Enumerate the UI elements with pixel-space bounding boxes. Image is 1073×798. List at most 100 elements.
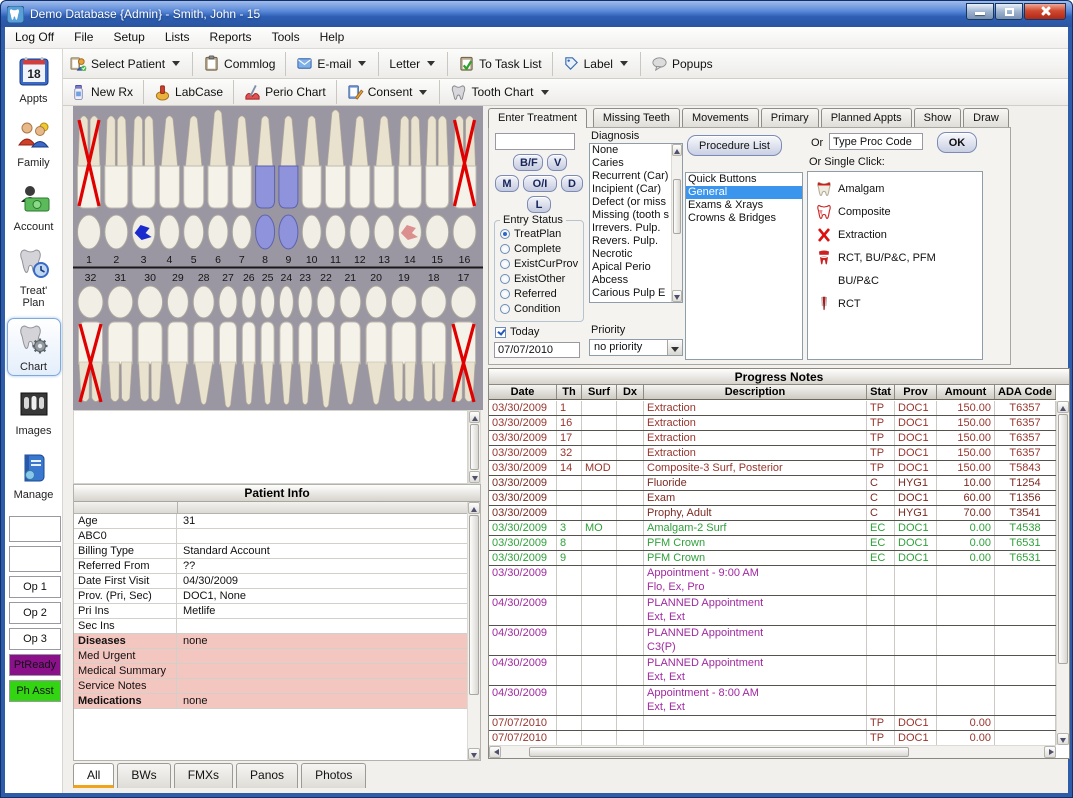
single-click-rct-bu-p-c-pfm[interactable]: RCT, BU/P&C, PFM	[808, 246, 982, 269]
toolbar-labcase[interactable]: LabCase	[147, 81, 230, 104]
diagnosis-option-defect-or-miss[interactable]: Defect (or miss	[590, 196, 671, 209]
surface-button-v[interactable]: V	[547, 154, 567, 171]
progress-note-row[interactable]: 04/30/2009PLANNED AppointmentC3(P)	[489, 626, 1056, 656]
progress-note-row[interactable]: 03/30/2009Appointment - 9:00 AMFlo, Ex, …	[489, 566, 1056, 596]
menu-help[interactable]: Help	[310, 27, 355, 47]
tooth-21[interactable]: 21	[340, 272, 361, 405]
progress-note-row[interactable]: 03/30/20098PFM CrownECDOC10.00T6531	[489, 536, 1056, 551]
toolbar-label[interactable]: Label	[556, 52, 637, 75]
tab-missing-teeth[interactable]: Missing Teeth	[593, 108, 680, 127]
scroll-left-icon[interactable]	[489, 746, 501, 758]
radio-icon[interactable]	[500, 289, 510, 299]
surface-button-d[interactable]: D	[561, 175, 583, 192]
scrollbar-thumb[interactable]	[529, 747, 909, 757]
tab-draw[interactable]: Draw	[963, 108, 1009, 127]
column-header-surf[interactable]: Surf	[582, 385, 617, 399]
tooth-11[interactable]: 11	[326, 110, 346, 266]
surface-button-m[interactable]: M	[495, 175, 519, 192]
tab-bws[interactable]: BWs	[117, 763, 170, 788]
procedure-list-button[interactable]: Procedure List	[687, 135, 782, 156]
surface-button-o-i[interactable]: O/I	[523, 175, 557, 192]
scroll-down-icon[interactable]	[468, 748, 480, 760]
scroll-down-icon[interactable]	[1057, 733, 1069, 745]
progress-note-row[interactable]: 07/07/2010TPDOC10.00	[489, 716, 1056, 731]
tooth-18[interactable]: 18	[421, 272, 446, 402]
chevron-down-icon[interactable]	[620, 61, 628, 70]
progress-note-row[interactable]: 03/30/20091ExtractionTPDOC1150.00T6357	[489, 401, 1056, 416]
tab-primary[interactable]: Primary	[761, 108, 819, 127]
radio-icon[interactable]	[500, 244, 510, 254]
diagnosis-option-missing-tooth-s[interactable]: Missing (tooth s	[590, 209, 671, 222]
chevron-down-icon[interactable]	[667, 340, 682, 355]
scrollbar-thumb[interactable]	[470, 424, 479, 470]
tooth-9[interactable]: 9	[279, 116, 298, 266]
tab-fmxs[interactable]: FMXs	[174, 763, 233, 788]
tooth-chart[interactable]: 1234567891011121314151632313029282726252…	[73, 106, 483, 410]
scroll-down-icon[interactable]	[469, 471, 480, 483]
op-button-item[interactable]	[9, 546, 61, 572]
diagnosis-option-recurrent-car[interactable]: Recurrent (Car)	[590, 170, 671, 183]
op-button-ph-asst[interactable]: Ph Asst	[9, 680, 61, 702]
progress-note-row[interactable]: 03/30/200916ExtractionTPDOC1150.00T6357	[489, 416, 1056, 431]
op-button-item[interactable]	[9, 516, 61, 542]
column-header-amount[interactable]: Amount	[937, 385, 995, 399]
tooth-22[interactable]: 22	[317, 272, 335, 408]
tab-panos[interactable]: Panos	[236, 763, 298, 788]
diagnosis-option-apical-perio[interactable]: Apical Perio	[590, 261, 671, 274]
menu-setup[interactable]: Setup	[103, 27, 154, 47]
minimize-button[interactable]	[966, 3, 994, 20]
sidebar-item-appts[interactable]: 18Appts	[7, 50, 61, 108]
tooth-28[interactable]: 28	[193, 272, 214, 405]
today-checkbox[interactable]	[495, 327, 506, 338]
diagnosis-option-incipient-car[interactable]: Incipient (Car)	[590, 183, 671, 196]
tab-all[interactable]: All	[73, 763, 114, 788]
diagnosis-scrollbar[interactable]	[671, 144, 682, 302]
tooth-25[interactable]: 25	[261, 272, 275, 405]
close-button[interactable]	[1024, 3, 1066, 20]
tooth-30[interactable]: 30	[138, 272, 163, 402]
scroll-up-icon[interactable]	[468, 502, 480, 514]
menu-file[interactable]: File	[64, 27, 103, 47]
radio-icon[interactable]	[500, 259, 510, 269]
sidebar-item-family[interactable]: Family	[7, 114, 61, 172]
tooth-14[interactable]: 14	[398, 116, 421, 266]
diagnosis-option-abcess[interactable]: Abcess	[590, 274, 671, 287]
progress-note-row[interactable]: 04/30/2009PLANNED AppointmentExt, Ext	[489, 656, 1056, 686]
diagnosis-option-irrevers-pulp[interactable]: Irrevers. Pulp.	[590, 222, 671, 235]
tooth-23[interactable]: 23	[298, 272, 312, 405]
column-header-dx[interactable]: Dx	[617, 385, 644, 399]
maximize-button[interactable]	[995, 3, 1023, 20]
sidebar-item-chart[interactable]: Chart	[7, 318, 61, 376]
toolbar-to-task-list[interactable]: To Task List	[451, 52, 548, 75]
scroll-up-icon[interactable]	[469, 411, 480, 423]
toolbar-tooth-chart[interactable]: Tooth Chart	[443, 81, 557, 104]
progress-note-row[interactable]: 03/30/200932ExtractionTPDOC1150.00T6357	[489, 446, 1056, 461]
toolbar-select-patient[interactable]: Select Patient	[63, 52, 189, 75]
tooth-6[interactable]: 6	[208, 110, 228, 266]
tooth-5[interactable]: 5	[184, 116, 204, 266]
menu-log-off[interactable]: Log Off	[5, 27, 64, 47]
radio-icon[interactable]	[500, 229, 510, 239]
toolbar-commlog[interactable]: Commlog	[196, 52, 282, 75]
diagnosis-option-carious-pulp-e[interactable]: Carious Pulp E	[590, 287, 671, 300]
menu-reports[interactable]: Reports	[200, 27, 262, 47]
toolbar-perio-chart[interactable]: Perio Chart	[237, 81, 333, 104]
tab-photos[interactable]: Photos	[301, 763, 366, 788]
entry-status-option-complete[interactable]: Complete	[495, 241, 583, 256]
quick-category-exams-xrays[interactable]: Exams & Xrays	[686, 199, 802, 212]
menu-lists[interactable]: Lists	[155, 27, 200, 47]
op-button-op-3[interactable]: Op 3	[9, 628, 61, 650]
entry-status-option-treatplan[interactable]: TreatPlan	[495, 226, 583, 241]
tooth-27[interactable]: 27	[219, 272, 237, 408]
scroll-down-icon[interactable]	[672, 290, 682, 302]
toolbar-consent[interactable]: Consent	[340, 81, 437, 104]
tooth-32[interactable]: 32	[78, 272, 103, 402]
chevron-down-icon[interactable]	[358, 61, 366, 70]
priority-dropdown[interactable]: no priority	[589, 339, 683, 356]
op-button-op-2[interactable]: Op 2	[9, 602, 61, 624]
chevron-down-icon[interactable]	[419, 90, 427, 99]
entry-status-option-existother[interactable]: ExistOther	[495, 271, 583, 286]
toolbar-e-mail[interactable]: E-mail	[289, 52, 375, 75]
progress-note-row[interactable]: 03/30/20099PFM CrownECDOC10.00T6531	[489, 551, 1056, 566]
entry-status-option-referred[interactable]: Referred	[495, 286, 583, 301]
